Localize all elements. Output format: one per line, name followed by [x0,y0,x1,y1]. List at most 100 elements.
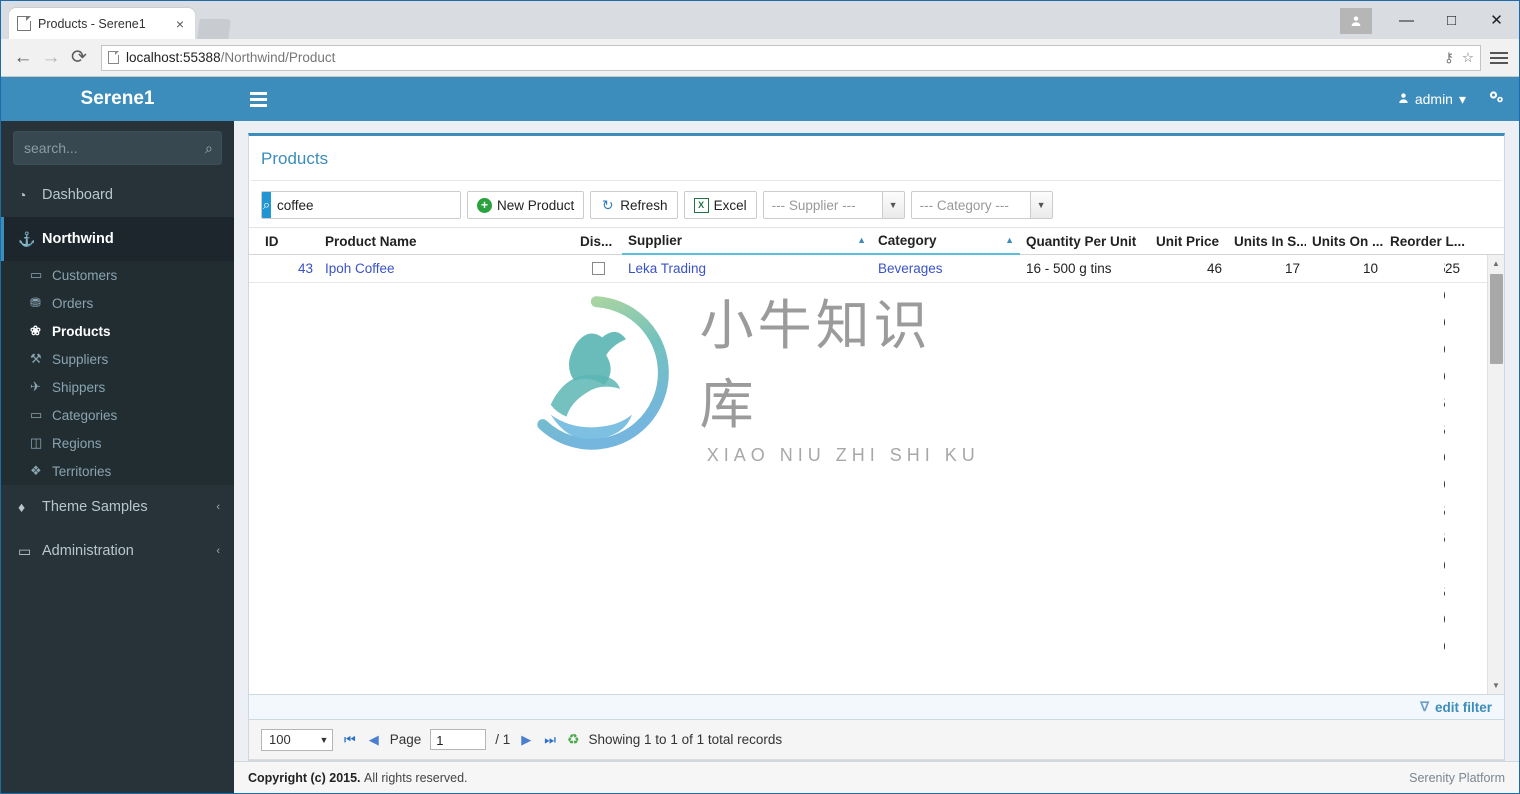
search-icon[interactable]: ⌕ [262,192,271,218]
close-window-button[interactable]: ✕ [1474,5,1519,35]
sort-asc-icon: ▲ [1005,235,1014,245]
sidebar-item-label: Categories [52,408,220,423]
column-header-id[interactable]: ID [259,227,319,255]
last-page-button[interactable]: ⏭ [542,732,558,748]
search-input[interactable] [271,192,460,218]
first-page-button[interactable]: ⏮ [342,732,358,748]
scrollbar-track[interactable] [1488,366,1504,677]
artifact-digit: 0 [1444,471,1454,498]
sidebar-search[interactable]: ⌕ [13,131,222,165]
browser-menu-icon[interactable] [1487,46,1511,70]
close-tab-icon[interactable]: × [173,16,187,32]
maximize-button[interactable]: □ [1429,5,1474,35]
refresh-button[interactable]: ↻ Refresh [590,191,677,219]
cell-product-name[interactable]: Ipoh Coffee [319,261,574,276]
brand-logo[interactable]: Serene1 [1,77,234,121]
checkbox-icon[interactable] [592,262,605,275]
page-title: Products [249,136,1504,180]
sidebar-item-categories[interactable]: ▭ Categories [1,401,234,429]
column-label: Units On ... [1312,234,1383,249]
column-header-units-in-stock[interactable]: Units In S... [1228,227,1306,255]
new-tab-button[interactable] [197,19,231,39]
bookmark-star-icon[interactable]: ☆ [1462,50,1474,66]
cell-quantity-per-unit: 16 - 500 g tins [1020,261,1150,276]
column-header-reorder-level[interactable]: Reorder L... [1384,227,1466,255]
column-header-discontinued[interactable]: Dis... [574,227,622,255]
gift-icon: ❀ [30,323,52,339]
scrollbar-thumb[interactable] [1490,274,1503,364]
column-header-unit-price[interactable]: Unit Price [1150,227,1228,255]
profile-icon[interactable] [1340,8,1372,34]
sidebar-toggle-icon[interactable] [250,92,267,107]
forward-button[interactable]: → [37,44,65,72]
sidebar-item-dashboard[interactable]: ◔ Dashboard [1,173,234,217]
grid-vertical-scrollbar[interactable]: ▲ ▼ [1487,255,1504,694]
grid-render-artifacts: 5 0 0 0 0 5 5 0 0 5 5 0 [1428,255,1454,660]
prev-page-button[interactable]: ◀ [367,732,381,748]
excel-export-button[interactable]: X Excel [684,191,757,219]
address-bar[interactable]: localhost:55388 /Northwind/Product ⚷ ☆ [101,45,1481,71]
page-info-icon [108,51,119,64]
search-icon[interactable]: ⌕ [205,140,213,157]
sidebar-item-customers[interactable]: ▭ Customers [1,261,234,289]
minimize-button[interactable]: — [1384,5,1429,35]
chevron-down-icon[interactable]: ▼ [882,192,904,218]
sidebar-item-territories[interactable]: ❖ Territories [1,457,234,485]
gear-icon[interactable] [1488,90,1505,109]
plane-icon: ✈ [30,379,52,395]
column-header-product-name[interactable]: Product Name [319,227,574,255]
sidebar-item-theme-samples[interactable]: ♦ Theme Samples ‹ [1,485,234,529]
diamond-icon: ♦ [18,499,42,515]
column-header-category[interactable]: Category ▲ [872,227,1020,255]
copyright-rest: All rights reserved. [364,771,468,785]
new-product-button[interactable]: + New Product [467,191,584,219]
quick-search[interactable]: ⌕ [261,191,461,219]
watermark: 小牛知识库 XIAO NIU ZHI SHI KU [517,293,987,453]
pager-refresh-icon[interactable]: ♻ [567,731,580,748]
supplier-filter-select[interactable]: --- Supplier --- ▼ [763,191,905,219]
category-filter-select[interactable]: --- Category --- ▼ [911,191,1053,219]
folder-icon: ▭ [30,407,52,423]
app-footer: Copyright (c) 2015. All rights reserved.… [234,761,1519,793]
sidebar-search-wrapper: ⌕ [1,121,234,173]
reload-button[interactable]: ⟳ [65,44,93,72]
sidebar-item-suppliers[interactable]: ⚒ Suppliers [1,345,234,373]
refresh-icon: ↻ [600,198,615,213]
back-button[interactable]: ← [9,44,37,72]
scroll-down-icon[interactable]: ▼ [1488,677,1505,694]
edit-filter-button[interactable]: ∇ edit filter [1420,699,1492,715]
anchor-icon: ⚓ [18,231,42,248]
table-row[interactable]: 43 Ipoh Coffee Leka Trading Beverages 16… [249,255,1504,283]
sidebar-search-input[interactable] [24,140,205,156]
chevron-down-icon[interactable]: ▼ [316,735,332,745]
column-header-quantity-per-unit[interactable]: Quantity Per Unit [1020,227,1150,255]
artifact-digit: 5 [1444,525,1454,552]
user-menu[interactable]: admin ▾ [1398,91,1466,108]
page-size-select[interactable]: 100 ▼ [261,729,333,751]
sidebar-item-regions[interactable]: ◫ Regions [1,429,234,457]
cell-supplier[interactable]: Leka Trading [622,261,872,276]
cell-id[interactable]: 43 [259,261,319,276]
sidebar-item-administration[interactable]: ▭ Administration ‹ [1,529,234,573]
browser-tab[interactable]: Products - Serene1 × [9,8,195,39]
sidebar-item-northwind[interactable]: ⚓ Northwind ⱟ [1,217,234,261]
next-page-button[interactable]: ▶ [519,732,533,748]
artifact-digit: 0 [1444,606,1454,633]
sidebar-item-products[interactable]: ❀ Products [1,317,234,345]
key-icon[interactable]: ⚷ [1444,50,1454,66]
sidebar: Serene1 ⌕ ◔ Dashboard ⚓ Northwind ⱟ [1,77,234,793]
book-icon: ◫ [30,435,52,451]
total-pages-label: / 1 [495,732,510,747]
column-label: Units In S... [1234,234,1306,249]
sidebar-item-orders[interactable]: ⛃ Orders [1,289,234,317]
column-header-units-on-order[interactable]: Units On ... [1306,227,1384,255]
cell-discontinued[interactable] [574,262,622,275]
page-number-input[interactable]: 1 [430,729,486,750]
page-icon [17,16,31,31]
scroll-up-icon[interactable]: ▲ [1488,255,1505,272]
cell-category[interactable]: Beverages [872,261,1020,276]
sidebar-item-shippers[interactable]: ✈ Shippers [1,373,234,401]
column-header-supplier[interactable]: Supplier ▲ [622,227,872,255]
column-label: Category [878,233,937,248]
chevron-down-icon[interactable]: ▼ [1030,192,1052,218]
